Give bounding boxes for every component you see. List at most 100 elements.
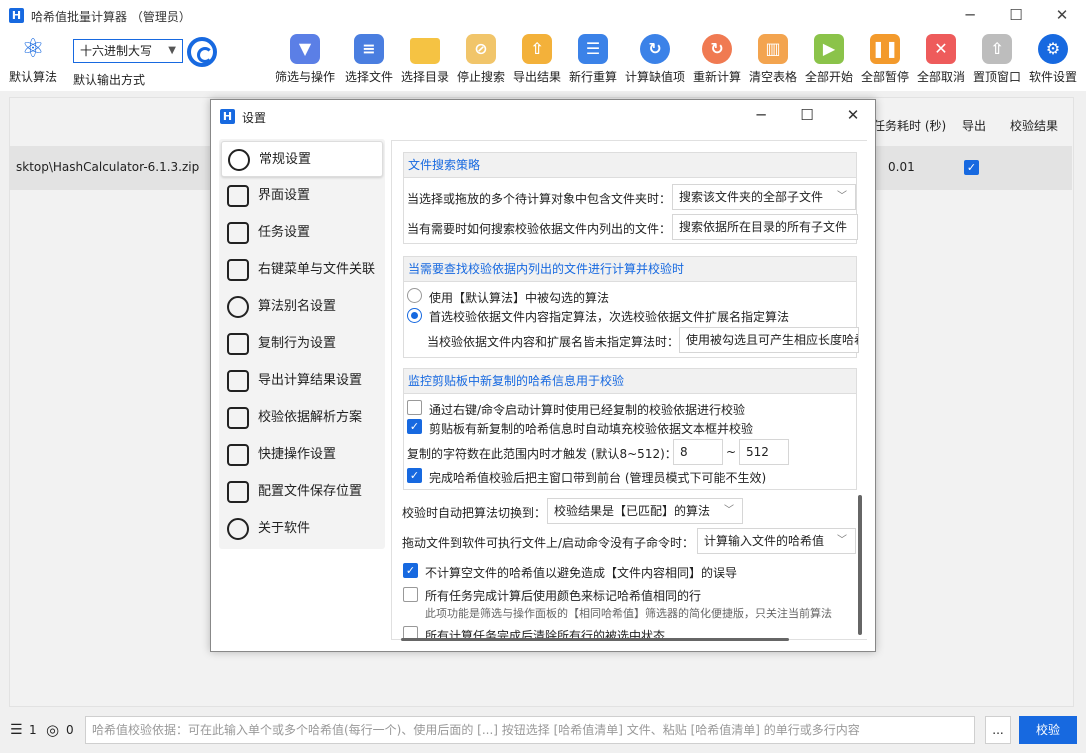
toolbar-button-folder[interactable]: 选择目录 <box>393 34 457 85</box>
drag-file-select[interactable]: 计算输入文件的哈希值 ﹀ <box>697 528 856 554</box>
auto-switch-select[interactable]: 校验结果是【已匹配】的算法 ﹀ <box>547 498 743 524</box>
nav-item-export-arrow[interactable]: 导出计算结果设置 <box>221 363 383 399</box>
checkbox-use-copied[interactable] <box>407 400 422 418</box>
toolbar-button-export[interactable]: ⇧ 导出结果 <box>505 34 569 85</box>
radio-default-algo[interactable] <box>407 288 422 303</box>
column-header-export[interactable]: 导出 <box>962 117 986 134</box>
nav-item-interface-settings[interactable]: 界面设置 <box>221 178 383 214</box>
toolbar-button-file-list[interactable]: ≡ 选择文件 <box>337 34 401 85</box>
toolbar-button-new-row[interactable]: ☰ 新行重算 <box>561 34 625 85</box>
nav-item-gear-settings[interactable]: 常规设置 <box>221 141 383 177</box>
hash-verify-input[interactable]: 哈希值校验依据：可在此输入单个或多个哈希值(每行一个)、使用后面的 [...] … <box>85 716 975 744</box>
export-arrow-icon <box>227 370 249 392</box>
row-count: 1 <box>29 723 37 737</box>
toolbar-button-clear-table[interactable]: ▥ 清空表格 <box>741 34 805 85</box>
dialog-close-button[interactable]: ✕ <box>830 100 876 131</box>
stop-search-icon: ⊘ <box>466 34 496 64</box>
char-range-max-input[interactable]: 512 <box>739 439 789 465</box>
basis-search-value: 搜索依据所在目录的所有子文件 <box>679 220 848 234</box>
info-icon <box>227 518 249 540</box>
output-format-label: 默认输出方式 <box>73 73 146 87</box>
auto-switch-label: 校验时自动把算法切换到： <box>402 506 547 520</box>
gear-settings-icon <box>228 149 250 171</box>
basis-search-label: 当有需要时如何搜索校验依据文件内列出的文件： <box>407 222 672 236</box>
checkbox-skip-empty[interactable]: ✓ <box>403 563 418 578</box>
column-header-duration[interactable]: 任务耗时 (秒) <box>873 117 946 134</box>
interface-settings-icon <box>227 185 249 207</box>
dialog-title: 设置 <box>242 111 267 125</box>
default-algorithm-label: 默认算法 <box>8 70 57 84</box>
checkbox-color-mark[interactable] <box>403 587 418 605</box>
start-all-icon: ▶ <box>814 34 844 64</box>
paper-plane-icon <box>227 444 249 466</box>
basis-search-select[interactable]: 搜索依据所在目录的所有子文件 <box>672 214 858 240</box>
compute-missing-icon: ↻ <box>640 34 670 64</box>
char-range-min-input[interactable]: 8 <box>673 439 723 465</box>
minimize-button[interactable]: ─ <box>947 0 993 31</box>
nav-item-label: 校验依据解析方案 <box>258 410 363 425</box>
selected-count-icon: ◎ <box>46 721 60 739</box>
verify-button[interactable]: 校验 <box>1019 716 1077 744</box>
browse-button[interactable]: ... <box>985 716 1011 744</box>
content-horizontal-scrollbar[interactable] <box>401 638 789 641</box>
char-range-separator: ~ <box>726 445 737 459</box>
toolbar-button-recompute[interactable]: ↻ 重新计算 <box>685 34 749 85</box>
settings-dialog: H 设置 ─ ☐ ✕ 常规设置 界面设置 任务设置 右键菜单与文件关联 算法别名设置 复制… <box>210 99 876 652</box>
toolbar-button-compute-missing[interactable]: ↻ 计算缺值项 <box>620 34 690 85</box>
mouse-icon <box>227 259 249 281</box>
nav-item-label: 导出计算结果设置 <box>258 373 363 388</box>
checkbox-color-mark-label: 所有任务完成计算后使用颜色来标记哈希值相同的行 <box>425 589 702 603</box>
atom-icon <box>227 296 249 318</box>
checkbox-autofill-label: 剪贴板有新复制的哈希信息时自动填充校验依据文本框并校验 <box>429 422 754 436</box>
nav-item-label: 关于软件 <box>258 521 311 536</box>
section-title-verify: 当需要查找校验依据内列出的文件进行计算并校验时 <box>403 256 857 282</box>
refresh-format-icon[interactable] <box>187 37 217 67</box>
nav-item-mouse[interactable]: 右键菜单与文件关联 <box>221 252 383 288</box>
row-export-checkbox[interactable]: ✓ <box>964 160 979 175</box>
settings-gear-icon: ⚙ <box>1038 34 1068 64</box>
fallback-algo-select[interactable]: 使用被勾选且可产生相应长度哈希 <box>679 327 859 353</box>
folder-icon <box>410 38 440 64</box>
toolbar-button-label: 置顶窗口 <box>972 70 1021 84</box>
folder-search-select[interactable]: 搜索该文件夹的全部子文件 ﹀ <box>672 184 856 210</box>
toolbar-button-start-all[interactable]: ▶ 全部开始 <box>797 34 861 85</box>
default-algorithm-button[interactable]: ⚛ 默认算法 <box>1 34 65 85</box>
chevron-down-icon: ﹀ <box>724 505 734 516</box>
check-icon: ✓ <box>407 468 422 483</box>
file-list-icon: ≡ <box>354 34 384 64</box>
checklist-icon <box>227 407 249 429</box>
toolbar-button-label: 导出结果 <box>512 70 561 84</box>
toolbar-button-cancel-all[interactable]: ✕ 全部取消 <box>909 34 973 85</box>
drag-file-value: 计算输入文件的哈希值 <box>704 534 825 548</box>
toolbar-button-settings-gear[interactable]: ⚙ 软件设置 <box>1021 34 1085 85</box>
drag-file-label: 拖动文件到软件可执行文件上/启动命令没有子命令时： <box>402 536 695 550</box>
nav-item-config-file[interactable]: 配置文件保存位置 <box>221 474 383 510</box>
dialog-maximize-button[interactable]: ☐ <box>784 100 830 131</box>
folder-search-value: 搜索该文件夹的全部子文件 <box>679 190 824 204</box>
nav-item-atom[interactable]: 算法别名设置 <box>221 289 383 325</box>
radio-default-algo-label: 使用【默认算法】中被勾选的算法 <box>429 291 610 305</box>
nav-item-task-list[interactable]: 任务设置 <box>221 215 383 251</box>
column-header-verify[interactable]: 校验结果 <box>1010 117 1058 134</box>
checkbox-autofill[interactable]: ✓ <box>407 419 422 434</box>
output-format-select[interactable]: 十六进制大写 ▼ <box>73 39 183 63</box>
fallback-algo-label: 当校验依据文件内容和扩展名皆未指定算法时： <box>427 335 680 349</box>
checkbox-bring-front[interactable]: ✓ <box>407 468 422 483</box>
nav-item-checklist[interactable]: 校验依据解析方案 <box>221 400 383 436</box>
maximize-button[interactable]: ☐ <box>993 0 1039 31</box>
toolbar-button-pause-all[interactable]: ❚❚ 全部暂停 <box>853 34 917 85</box>
toolbar-button-filter[interactable]: ▼ 筛选与操作 <box>273 34 337 85</box>
nav-item-paper-plane[interactable]: 快捷操作设置 <box>221 437 383 473</box>
content-vertical-scrollbar[interactable] <box>858 495 862 635</box>
nav-item-info[interactable]: 关于软件 <box>221 511 383 547</box>
toolbar-button-stop-search[interactable]: ⊘ 停止搜索 <box>449 34 513 85</box>
nav-item-label: 快捷操作设置 <box>258 447 337 462</box>
nav-item-copy-doc[interactable]: 复制行为设置 <box>221 326 383 362</box>
close-button[interactable]: ✕ <box>1039 0 1085 31</box>
radio-basis-algo[interactable] <box>407 308 422 323</box>
toolbar-button-pin-top[interactable]: ⇧ 置顶窗口 <box>965 34 1029 85</box>
toolbar-button-label: 选择目录 <box>400 70 449 84</box>
dialog-minimize-button[interactable]: ─ <box>738 100 784 131</box>
toolbar-button-label: 全部暂停 <box>860 70 909 84</box>
chevron-down-icon: ﹀ <box>837 191 847 202</box>
